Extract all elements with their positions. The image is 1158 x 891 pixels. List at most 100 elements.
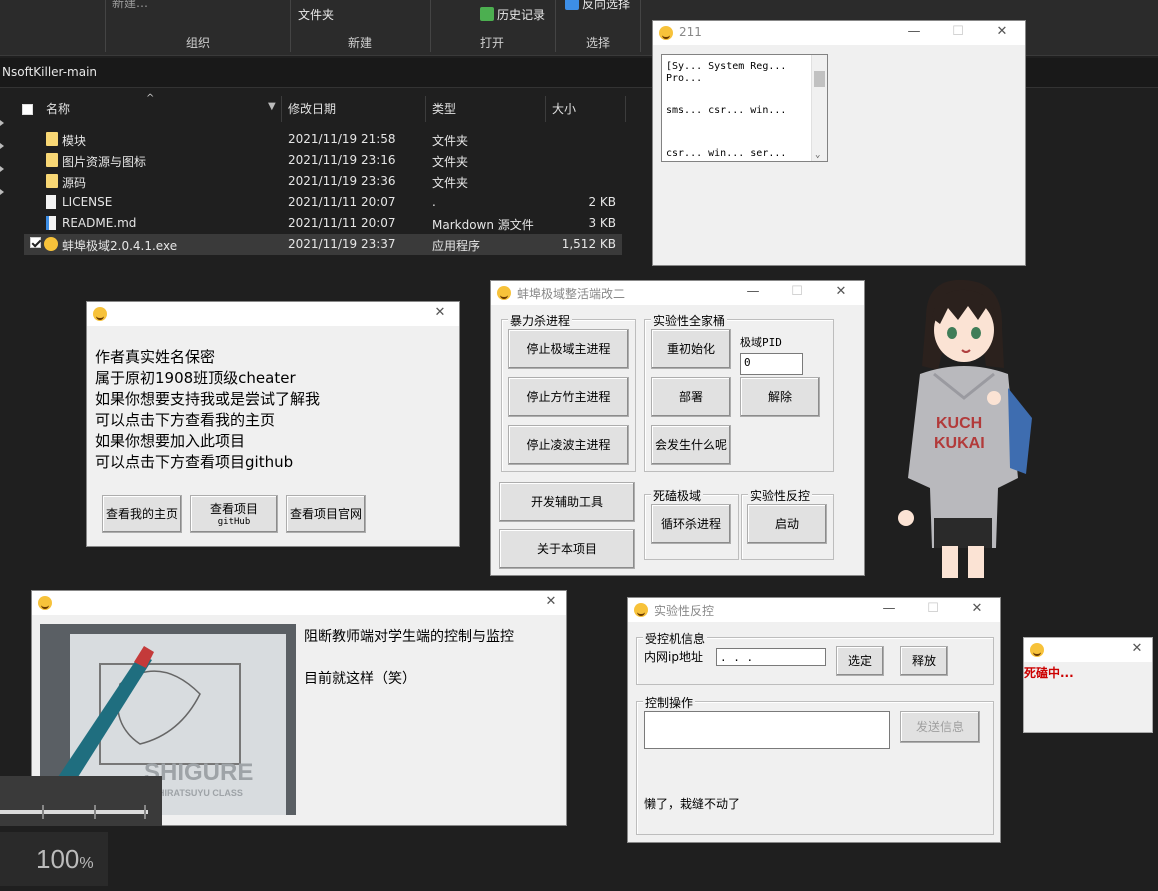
app-icon — [497, 286, 511, 300]
zoom-value: 100% — [36, 844, 94, 874]
row-checkbox[interactable] — [30, 237, 41, 248]
chevron-right-icon[interactable] — [0, 120, 4, 126]
loop-kill-button[interactable]: 循环杀进程 — [651, 504, 731, 544]
file-row[interactable]: README.md 2021/11/11 20:07 Markdown 源文件 … — [24, 213, 622, 234]
list-item[interactable]: csr... win... ser... — [666, 148, 786, 159]
kill-lingbo-button[interactable]: 停止凌波主进程 — [508, 425, 629, 465]
view-site-button[interactable]: 查看项目官网 — [286, 495, 366, 533]
release-target-button[interactable]: 释放 — [900, 646, 948, 676]
ribbon-divider — [105, 0, 106, 52]
list-item[interactable]: sms... csr... win... — [666, 105, 786, 116]
about-line: 如果你想要支持我或是尝试了解我 — [95, 390, 321, 408]
send-message-button[interactable]: 发送信息 — [900, 711, 980, 743]
message-input[interactable] — [644, 711, 890, 749]
pid-input[interactable]: 0 — [740, 353, 803, 375]
title-bar[interactable]: 蚌埠极域整活端改二 — ☐ ✕ — [491, 281, 864, 305]
chevron-down-icon[interactable]: ⌄ — [815, 150, 820, 160]
column-header-size[interactable]: 大小 — [544, 96, 626, 122]
close-button[interactable]: ✕ — [830, 283, 852, 301]
group-label: 暴力杀进程 — [508, 312, 573, 329]
close-button[interactable]: ✕ — [991, 23, 1013, 41]
group-label: 实验性反控 — [748, 487, 813, 504]
maximize-button[interactable]: ☐ — [922, 600, 944, 618]
die-hard-status-window[interactable]: ✕ 死磕中... — [1023, 637, 1153, 733]
minimize-button[interactable]: — — [903, 23, 925, 41]
file-row[interactable]: 模块 2021/11/19 21:58 文件夹 — [24, 129, 622, 150]
view-homepage-button[interactable]: 查看我的主页 — [102, 495, 182, 533]
zoom-indicator: 100% — [0, 832, 108, 886]
ribbon-divider — [555, 0, 556, 52]
select-all-checkbox[interactable] — [22, 104, 33, 115]
svg-text:KUKAI: KUKAI — [934, 435, 985, 452]
document-icon — [46, 195, 56, 209]
maximize-button[interactable]: ☐ — [947, 23, 969, 41]
maximize-button[interactable]: ☐ — [786, 283, 808, 301]
info-line: 阻断教师端对学生端的控制与监控 — [304, 629, 514, 645]
undeploy-button[interactable]: 解除 — [740, 377, 820, 417]
file-name: 图片资源与图标 — [62, 155, 147, 169]
ribbon-invert-select-button[interactable]: 反向选择 — [582, 0, 630, 12]
zoom-slider[interactable] — [0, 805, 148, 819]
file-size: 3 KB — [588, 216, 616, 230]
file-name: LICENSE — [62, 195, 113, 209]
file-type: Markdown 源文件 — [432, 218, 534, 232]
file-type: 文件夹 — [432, 134, 469, 148]
file-row-selected[interactable]: 蚌埠极域2.0.4.1.exe 2021/11/19 23:37 应用程序 1,… — [24, 234, 622, 255]
ribbon-group-new: 新建 — [348, 36, 373, 50]
title-bar[interactable]: ✕ — [32, 591, 566, 615]
title-bar[interactable]: ✕ — [87, 302, 459, 326]
file-row[interactable]: 源码 2021/11/19 23:36 文件夹 — [24, 171, 622, 192]
main-control-window[interactable]: 蚌埠极域整活端改二 — ☐ ✕ 暴力杀进程 停止极域主进程 停止方竹主进程 停止… — [490, 280, 865, 576]
chevron-right-icon[interactable] — [0, 143, 4, 149]
column-header-name[interactable]: 名称 — [38, 96, 282, 122]
file-row[interactable]: LICENSE 2021/11/11 20:07 . 2 KB — [24, 192, 622, 213]
about-author-window[interactable]: ✕ 作者真实姓名保密 属于原初1908班顶级cheater 如果你想要支持我或是… — [86, 301, 460, 547]
status-text: 懒了，栽缝不动了 — [644, 797, 741, 811]
minimize-button[interactable]: — — [878, 600, 900, 618]
dev-tools-button[interactable]: 开发辅助工具 — [499, 482, 635, 522]
kill-jiyu-button[interactable]: 停止极域主进程 — [508, 329, 629, 369]
svg-text:KUCH: KUCH — [936, 415, 982, 432]
folder-icon — [46, 153, 58, 167]
app-icon — [1030, 643, 1044, 657]
ip-address-input[interactable]: . . . — [716, 648, 826, 666]
start-button[interactable]: 启动 — [747, 504, 827, 544]
minimize-button[interactable]: — — [742, 283, 764, 301]
file-modified: 2021/11/11 20:07 — [288, 216, 396, 230]
file-row[interactable]: 图片资源与图标 2021/11/19 23:16 文件夹 — [24, 150, 622, 171]
view-github-button[interactable]: 查看项目 gitHub — [190, 495, 278, 533]
info-line: 目前就这样（笑） — [304, 671, 416, 687]
title-bar[interactable]: ✕ — [1024, 638, 1152, 662]
title-bar[interactable]: 211 — ☐ ✕ — [653, 21, 1025, 45]
close-button[interactable]: ✕ — [540, 593, 562, 611]
chevron-right-icon[interactable] — [0, 166, 4, 172]
process-listbox[interactable]: [Sy... System Reg... Pro... sms... csr..… — [661, 54, 828, 162]
kill-fangzhu-button[interactable]: 停止方竹主进程 — [508, 377, 629, 417]
close-button[interactable]: ✕ — [1126, 640, 1148, 658]
scrollbar-thumb[interactable] — [814, 71, 825, 87]
title-bar[interactable]: 实验性反控 — ☐ ✕ — [628, 598, 1000, 622]
deploy-button[interactable]: 部署 — [651, 377, 731, 417]
list-item[interactable]: Pro... — [666, 73, 702, 84]
list-item[interactable]: [Sy... System Reg... — [666, 61, 786, 72]
about-project-button[interactable]: 关于本项目 — [499, 529, 635, 569]
ribbon-history-button[interactable]: 历史记录 — [497, 6, 545, 23]
chevron-down-icon[interactable]: ▼ — [268, 101, 276, 112]
close-button[interactable]: ✕ — [429, 304, 451, 322]
what-happens-button[interactable]: 会发生什么呢 — [651, 425, 731, 465]
chevron-right-icon[interactable] — [0, 189, 4, 195]
scrollbar[interactable]: ⌄ — [811, 55, 827, 161]
file-type: . — [432, 195, 436, 209]
process-list-window[interactable]: 211 — ☐ ✕ [Sy... System Reg... Pro... sm… — [652, 20, 1026, 266]
column-header-type[interactable]: 类型 — [424, 96, 546, 122]
close-button[interactable]: ✕ — [966, 600, 988, 618]
select-target-button[interactable]: 选定 — [836, 646, 884, 676]
ribbon-folder-label[interactable]: 文件夹 — [298, 6, 334, 23]
reinit-button[interactable]: 重初始化 — [651, 329, 731, 369]
counter-control-window[interactable]: 实验性反控 — ☐ ✕ 受控机信息 内网ip地址 . . . 选定 释放 控制操… — [627, 597, 1001, 843]
column-header-modified[interactable]: 修改日期 — [280, 96, 426, 122]
markdown-icon — [46, 216, 56, 230]
nav-pane-expanders[interactable] — [0, 112, 8, 232]
about-line: 作者真实姓名保密 — [95, 348, 216, 366]
address-path: NsoftKiller-main — [2, 65, 98, 79]
